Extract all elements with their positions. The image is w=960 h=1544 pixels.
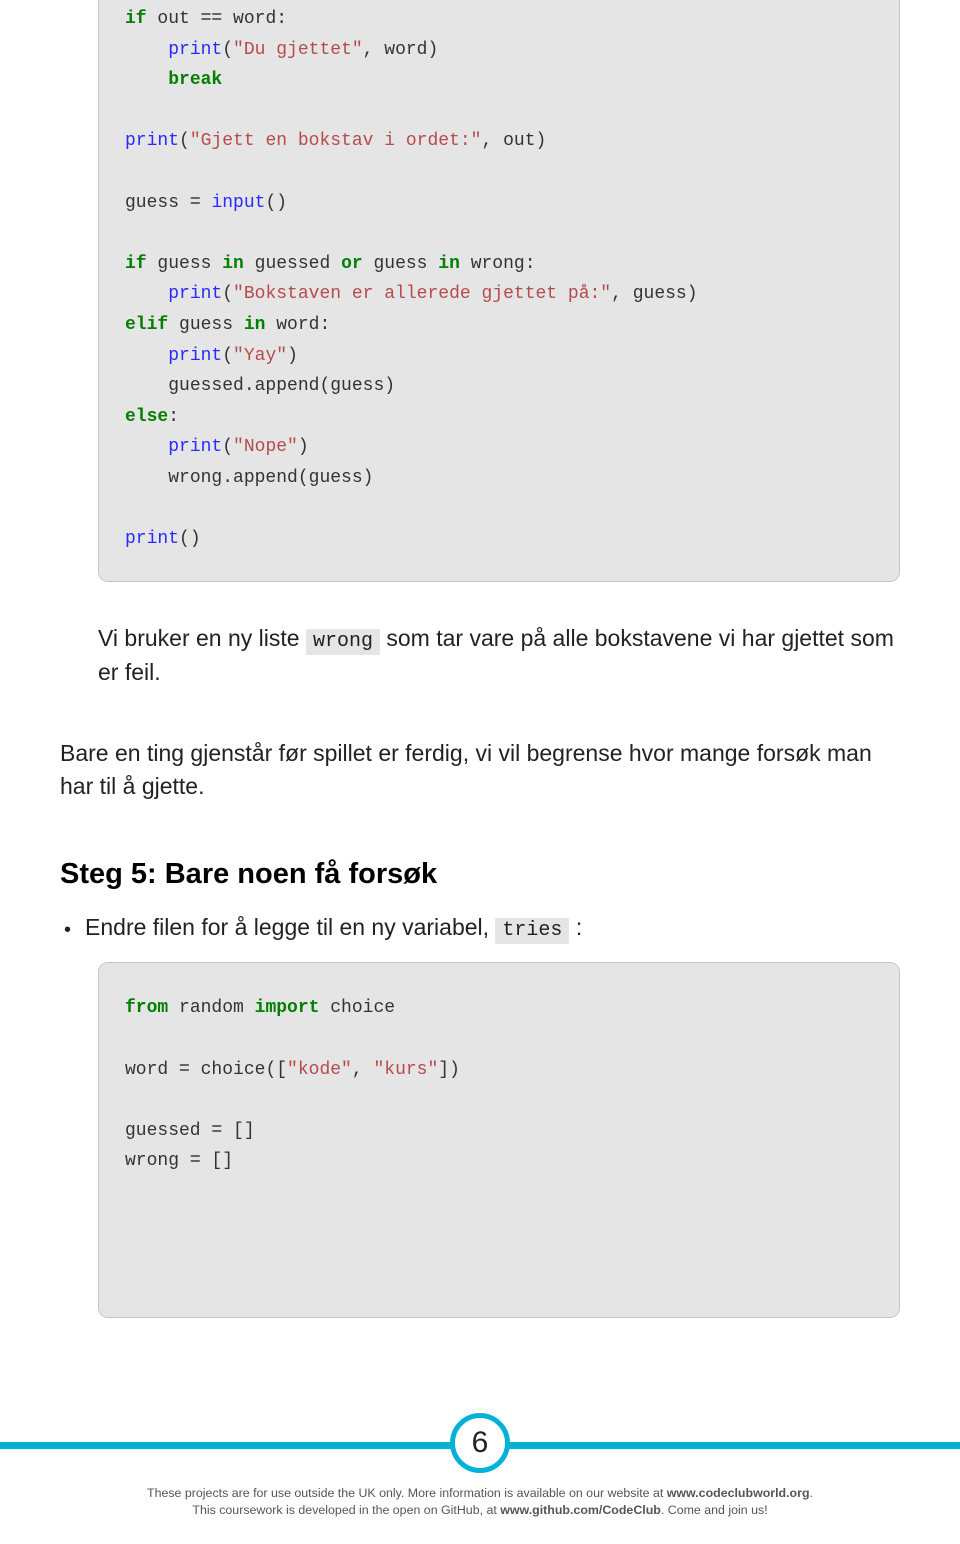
code-block-2: from random import choice word = choice(… — [98, 962, 900, 1318]
bullet-item: • Endre filen for å legge til en ny vari… — [64, 911, 900, 946]
inline-code-tries: tries — [495, 918, 569, 944]
step-heading: Steg 5: Bare noen få forsøk — [60, 858, 900, 891]
bullet-dot-icon: • — [64, 914, 71, 946]
inline-code-wrong: wrong — [306, 629, 380, 655]
intro-paragraph: Bare en ting gjenstår før spillet er fer… — [60, 737, 900, 804]
footer-text: These projects are for use outside the U… — [0, 1485, 960, 1520]
page-number-badge: 6 — [450, 1413, 510, 1473]
page-footer: 6 These projects are for use outside the… — [0, 1442, 960, 1544]
description-paragraph: Vi bruker en ny liste wrong som tar vare… — [98, 622, 900, 689]
code-block-1: if out == word: print("Du gjettet", word… — [98, 0, 900, 582]
